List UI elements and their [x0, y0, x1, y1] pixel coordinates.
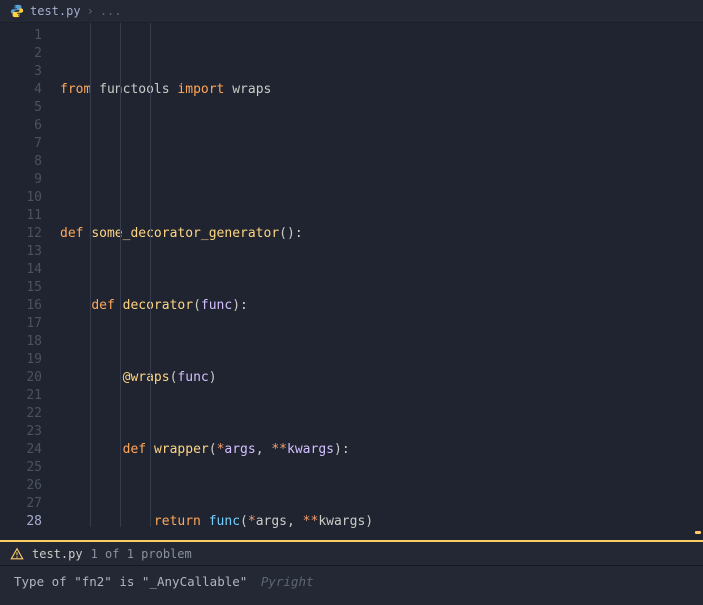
- problems-summary: 1 of 1 problem: [91, 547, 192, 561]
- code-line[interactable]: [60, 153, 703, 171]
- code-line[interactable]: from functools import wraps: [60, 81, 703, 99]
- code-line[interactable]: def some_decorator_generator():: [60, 225, 703, 243]
- line-number[interactable]: 13: [0, 243, 42, 261]
- warning-marker[interactable]: [695, 531, 701, 534]
- line-number[interactable]: 12: [0, 225, 42, 243]
- code-line[interactable]: @wraps(func): [60, 369, 703, 387]
- type-info-panel: Type of "fn2" is "_AnyCallable" Pyright: [0, 565, 703, 605]
- line-number[interactable]: 28: [0, 513, 42, 531]
- line-number[interactable]: 26: [0, 477, 42, 495]
- line-number[interactable]: 24: [0, 441, 42, 459]
- line-number[interactable]: 5: [0, 99, 42, 117]
- line-number[interactable]: 8: [0, 153, 42, 171]
- indent-guide: [120, 23, 121, 527]
- line-number[interactable]: 7: [0, 135, 42, 153]
- line-number[interactable]: 2: [0, 45, 42, 63]
- line-number[interactable]: 6: [0, 117, 42, 135]
- warning-icon: [10, 547, 24, 561]
- line-number[interactable]: 18: [0, 333, 42, 351]
- line-number-gutter: 1234567891011121314151617181920212223242…: [0, 23, 60, 540]
- line-number[interactable]: 27: [0, 495, 42, 513]
- line-number[interactable]: 22: [0, 405, 42, 423]
- line-number[interactable]: 9: [0, 171, 42, 189]
- line-number[interactable]: 17: [0, 315, 42, 333]
- line-number[interactable]: 21: [0, 387, 42, 405]
- indent-guide: [90, 23, 91, 527]
- breadcrumb[interactable]: test.py › ...: [0, 0, 703, 23]
- editor-scrollbar[interactable]: [693, 23, 703, 540]
- indent-guide: [150, 23, 151, 527]
- problems-bar[interactable]: test.py 1 of 1 problem: [0, 540, 703, 565]
- breadcrumb-separator: ›: [87, 4, 94, 18]
- code-area[interactable]: from functools import wraps def some_dec…: [60, 23, 703, 540]
- line-number[interactable]: 15: [0, 279, 42, 297]
- type-info-text: Type of "fn2" is "_AnyCallable": [14, 574, 247, 589]
- breadcrumb-more[interactable]: ...: [100, 4, 122, 18]
- code-line[interactable]: def wrapper(*args, **kwargs):: [60, 441, 703, 459]
- line-number[interactable]: 10: [0, 189, 42, 207]
- code-line[interactable]: return func(*args, **kwargs): [60, 513, 703, 531]
- line-number[interactable]: 16: [0, 297, 42, 315]
- python-file-icon: [10, 4, 24, 18]
- line-number[interactable]: 3: [0, 63, 42, 81]
- line-number[interactable]: 20: [0, 369, 42, 387]
- line-number[interactable]: 25: [0, 459, 42, 477]
- problems-file: test.py: [32, 547, 83, 561]
- line-number[interactable]: 11: [0, 207, 42, 225]
- breadcrumb-file[interactable]: test.py: [30, 4, 81, 18]
- code-editor[interactable]: 1234567891011121314151617181920212223242…: [0, 23, 703, 540]
- line-number[interactable]: 1: [0, 27, 42, 45]
- line-number[interactable]: 14: [0, 261, 42, 279]
- line-number[interactable]: 4: [0, 81, 42, 99]
- code-line[interactable]: def decorator(func):: [60, 297, 703, 315]
- line-number[interactable]: 19: [0, 351, 42, 369]
- type-info-source: Pyright: [261, 574, 314, 589]
- line-number[interactable]: 23: [0, 423, 42, 441]
